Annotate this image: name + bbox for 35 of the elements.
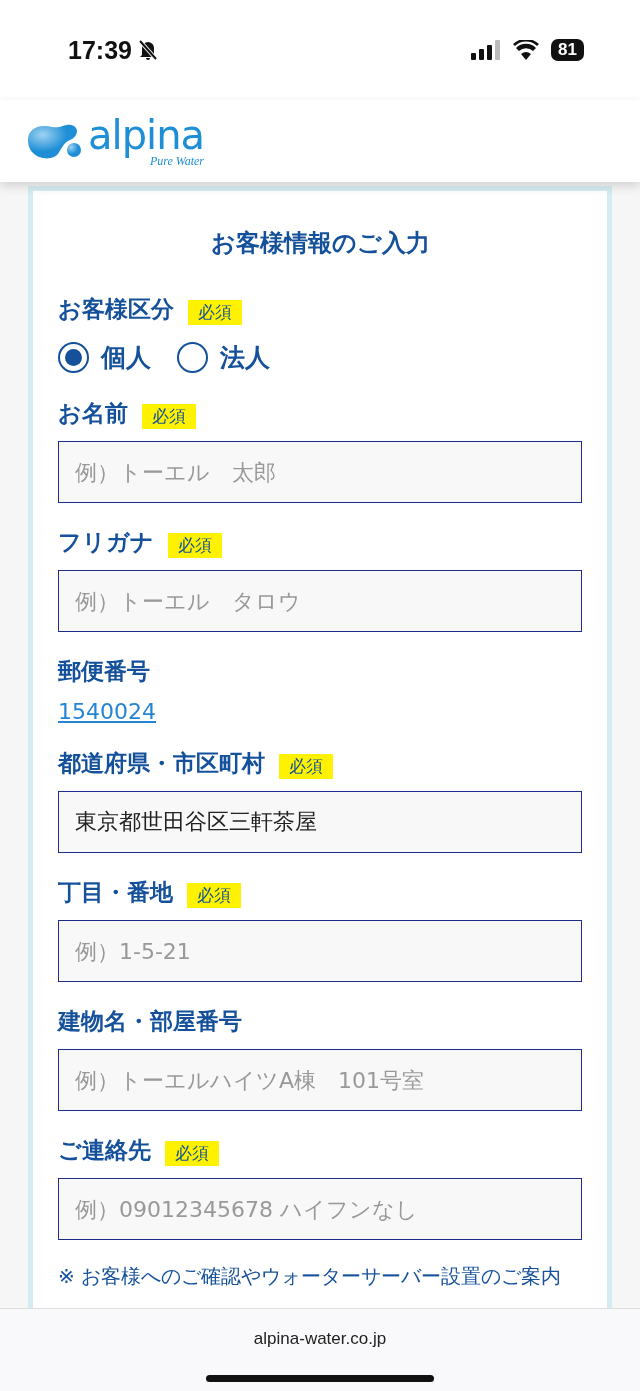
option-label: 個人 [101, 342, 151, 374]
required-badge: 必須 [165, 1140, 219, 1166]
option-label: 法人 [220, 342, 270, 374]
clock-time: 17:39 [68, 35, 132, 65]
input-field[interactable]: 例）1-5-21 [58, 920, 582, 982]
input-field[interactable]: 例）トーエル タロウ [58, 570, 582, 632]
battery-level: 81 [551, 39, 584, 61]
field-label: ご連絡先 [58, 1135, 151, 1165]
radio-option[interactable]: 法人 [177, 341, 270, 374]
radio-option[interactable]: 個人 [58, 341, 151, 374]
required-badge: 必須 [168, 532, 222, 558]
required-badge: 必須 [188, 299, 242, 325]
form-title: お客様情報のご入力 [209, 228, 431, 259]
field-label: 都道府県・市区町村 [58, 748, 265, 778]
postal-code-link[interactable]: 1540024 [58, 699, 156, 724]
field-label: お名前 [58, 398, 128, 428]
input-field[interactable]: 例）トーエルハイツA棟 101号室 [58, 1049, 582, 1111]
required-badge: 必須 [279, 753, 333, 779]
required-badge: 必須 [142, 403, 196, 429]
required-badge: 必須 [187, 882, 241, 908]
field-label: フリガナ [58, 527, 154, 557]
signal-icon [471, 40, 502, 60]
input-field[interactable]: 例）トーエル 太郎 [58, 441, 582, 503]
input-field[interactable]: 東京都世田谷区三軒茶屋 [58, 791, 582, 853]
wifi-icon [513, 40, 540, 60]
url-text[interactable]: alpina-water.co.jp [253, 1329, 387, 1349]
field-label: お客様区分 [58, 294, 174, 324]
radio-checked-icon[interactable] [58, 342, 89, 373]
field-label: 丁目・番地 [58, 877, 173, 907]
radio-unchecked-icon[interactable] [177, 342, 208, 373]
field-label: 建物名・部屋番号 [58, 1006, 242, 1036]
input-field[interactable]: 例）09012345678 ハイフンなし [58, 1178, 582, 1240]
field-label: 郵便番号 [58, 656, 150, 686]
logo-tagline: Pure Water [149, 155, 204, 167]
note-text: ※ お客様へのご確認やウォーターサーバー設置のご案内 [58, 1263, 563, 1290]
